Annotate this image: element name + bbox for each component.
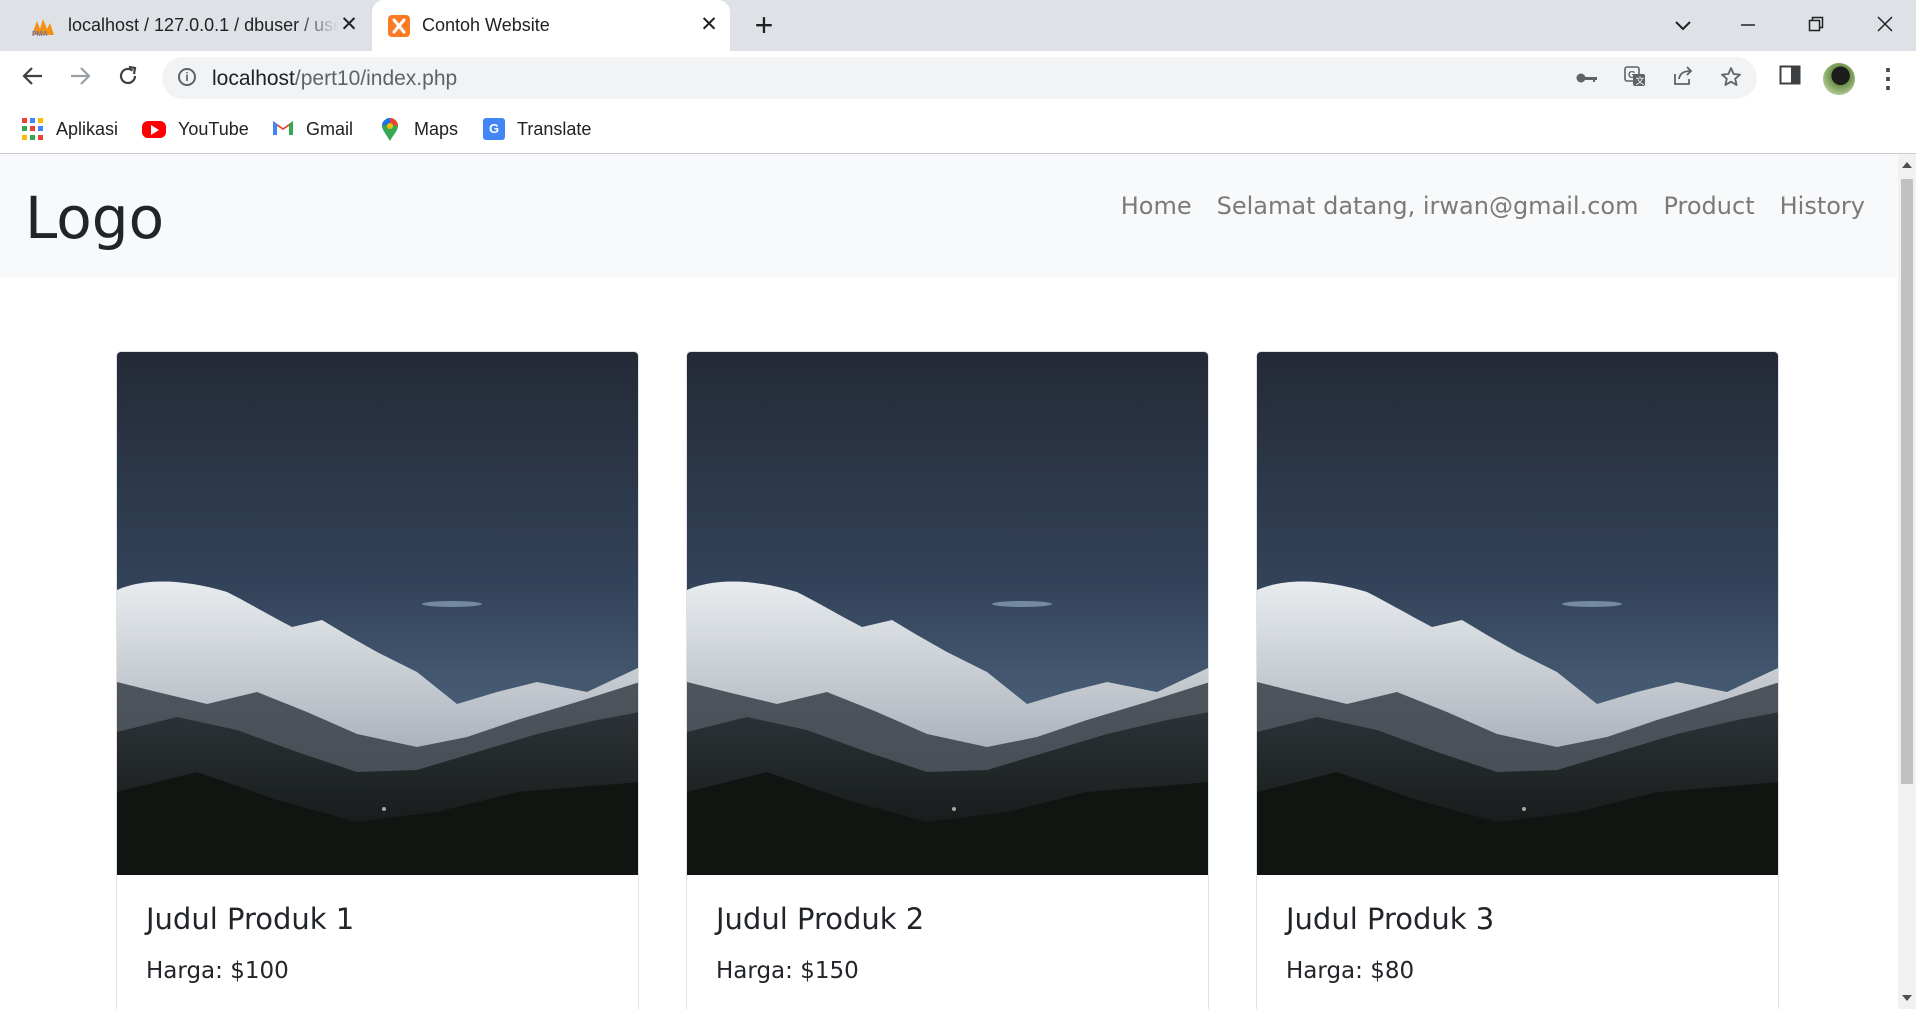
bookmark-star-icon[interactable] <box>1718 66 1744 92</box>
scrollbar-thumb[interactable] <box>1901 179 1913 784</box>
tab-search-icon[interactable] <box>1659 8 1707 44</box>
bookmark-translate[interactable]: G Translate <box>483 115 591 143</box>
browser-menu-icon[interactable]: ⋮ <box>1874 61 1902 95</box>
url-text: localhost/pert10/index.php <box>212 67 458 90</box>
nav-links: Home Selamat datang, irwan@gmail.com Pro… <box>1121 192 1865 220</box>
product-card[interactable]: Judul Produk 2 Harga: $150 <box>686 351 1209 1009</box>
nav-link-home[interactable]: Home <box>1121 192 1192 220</box>
bookmark-label: Maps <box>414 118 459 139</box>
bookmark-maps[interactable]: Maps <box>380 115 458 143</box>
tab-strip: PMA localhost / 127.0.0.1 / dbuser / use… <box>0 0 1916 51</box>
forward-button[interactable] <box>62 60 98 96</box>
bookmark-label: Gmail <box>306 118 354 139</box>
translate-page-icon[interactable]: G文 <box>1622 66 1648 92</box>
product-image <box>1257 352 1778 875</box>
gmail-icon <box>272 118 294 140</box>
browser-toolbar: i localhost/pert10/index.php G文 ⋮ <box>0 51 1916 105</box>
new-tab-button[interactable]: + <box>748 9 780 42</box>
product-title: Judul Produk 3 <box>1286 902 1495 936</box>
phpmyadmin-icon: PMA <box>32 18 54 37</box>
restore-button[interactable] <box>1792 8 1840 44</box>
key-icon[interactable] <box>1574 66 1600 92</box>
tab-phpmyadmin[interactable]: PMA localhost / 127.0.0.1 / dbuser / use… <box>20 0 370 51</box>
address-bar[interactable]: i localhost/pert10/index.php G文 <box>162 57 1757 99</box>
nav-link-product[interactable]: Product <box>1663 192 1754 220</box>
product-card[interactable]: Judul Produk 3 Harga: $80 <box>1256 351 1779 1009</box>
site-info-icon[interactable]: i <box>178 68 196 86</box>
page-scrollbar[interactable] <box>1898 154 1916 1009</box>
apps-grid-icon <box>22 118 44 140</box>
bookmark-youtube[interactable]: YouTube <box>142 115 249 143</box>
arrow-left-icon <box>22 67 42 85</box>
share-icon[interactable] <box>1670 66 1696 92</box>
tab-title: localhost / 127.0.0.1 / dbuser / users <box>68 15 338 35</box>
bookmark-label: Translate <box>517 118 592 139</box>
profile-avatar[interactable] <box>1823 63 1855 95</box>
close-tab-icon[interactable]: ✕ <box>338 14 360 36</box>
product-image <box>117 352 638 875</box>
maps-icon <box>380 118 402 141</box>
product-price: Harga: $80 <box>1286 958 1415 984</box>
tab-title: Contoh Website <box>422 15 550 35</box>
translate-icon: G <box>483 118 505 140</box>
svg-text:PMA: PMA <box>32 31 48 37</box>
page-viewport: Logo Home Selamat datang, irwan@gmail.co… <box>0 154 1898 1009</box>
tab-contoh-website[interactable]: Contoh Website ✕ <box>372 0 730 51</box>
reload-icon <box>119 65 137 85</box>
nav-link-welcome[interactable]: Selamat datang, irwan@gmail.com <box>1217 192 1639 220</box>
svg-text:文: 文 <box>1636 75 1645 86</box>
bookmark-label: Aplikasi <box>56 118 119 139</box>
product-card[interactable]: Judul Produk 1 Harga: $100 <box>116 351 639 1009</box>
youtube-icon <box>142 120 166 138</box>
close-window-button[interactable] <box>1861 8 1909 44</box>
scroll-up-arrow-icon[interactable] <box>1902 162 1912 168</box>
product-image <box>687 352 1208 875</box>
xampp-icon <box>388 14 410 37</box>
reload-button[interactable] <box>110 60 146 96</box>
product-price: Harga: $100 <box>146 958 289 984</box>
product-title: Judul Produk 2 <box>716 902 925 936</box>
site-logo[interactable]: Logo <box>25 184 164 252</box>
close-tab-icon[interactable]: ✕ <box>698 14 720 36</box>
product-price: Harga: $150 <box>716 958 859 984</box>
site-navbar: Logo Home Selamat datang, irwan@gmail.co… <box>0 154 1898 278</box>
bookmarks-bar: Aplikasi YouTube Gmail Maps G Translate <box>0 105 1916 154</box>
arrow-right-icon <box>71 67 91 85</box>
back-button[interactable] <box>15 60 51 96</box>
bookmark-label: YouTube <box>178 118 249 139</box>
side-panel-icon[interactable] <box>1776 64 1804 92</box>
minimize-button[interactable] <box>1724 8 1772 44</box>
product-title: Judul Produk 1 <box>146 902 355 936</box>
bookmark-aplikasi[interactable]: Aplikasi <box>22 115 118 143</box>
nav-link-history[interactable]: History <box>1780 192 1865 220</box>
bookmark-gmail[interactable]: Gmail <box>272 115 353 143</box>
scroll-down-arrow-icon[interactable] <box>1902 995 1912 1001</box>
